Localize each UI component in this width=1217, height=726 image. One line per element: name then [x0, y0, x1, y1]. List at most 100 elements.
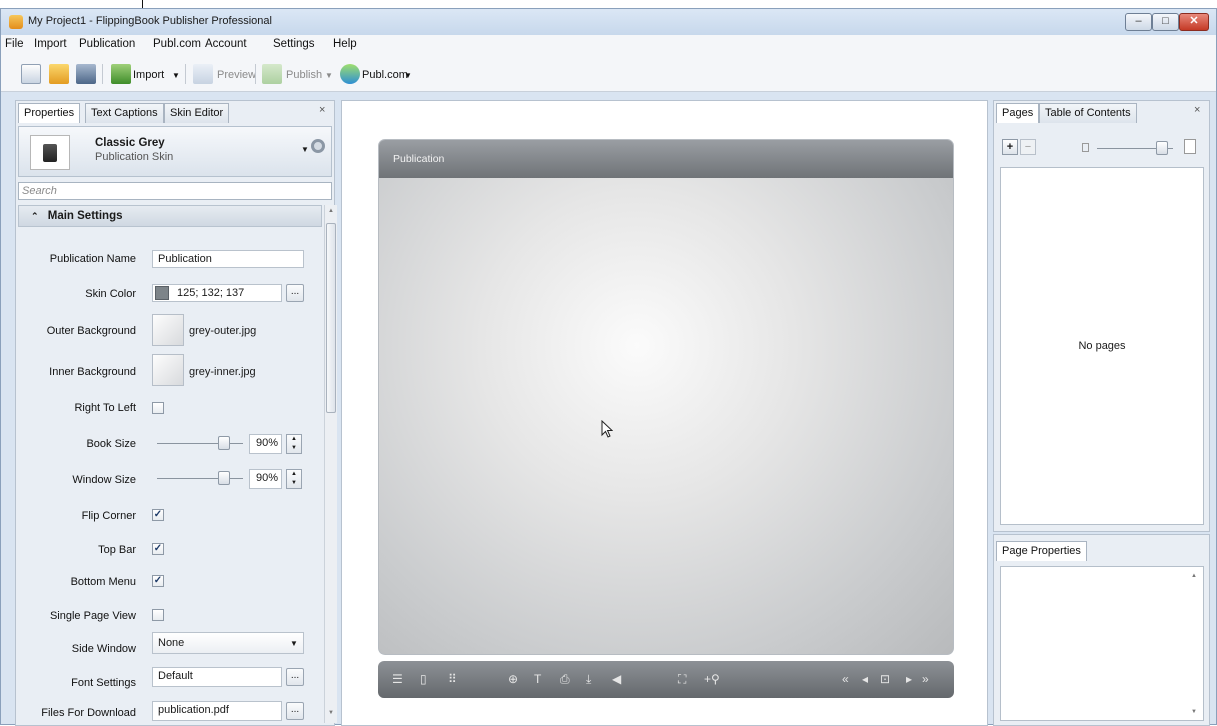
menu-account[interactable]: Account [205, 38, 247, 50]
flip-corner-checkbox[interactable]: ✓ [152, 509, 164, 521]
side-window-dropdown-icon[interactable]: ▼ [290, 639, 298, 648]
import-button[interactable]: Import [133, 69, 164, 81]
publish-button[interactable]: Publish [286, 69, 322, 81]
top-bar-checkbox[interactable]: ✓ [152, 543, 164, 555]
thumbnails-icon[interactable]: ⠿ [448, 672, 457, 686]
window-size-slider-thumb[interactable] [218, 471, 230, 485]
publication-top-bar: Publication [379, 140, 953, 178]
close-pages-panel-icon[interactable]: × [1194, 104, 1200, 116]
scrollbar-thumb[interactable] [326, 223, 336, 413]
maximize-button[interactable]: □ [1152, 13, 1179, 31]
menu-publcom[interactable]: Publ.com [153, 38, 201, 50]
scroll-down-icon[interactable]: ▼ [1191, 709, 1197, 715]
menu-import[interactable]: Import [34, 38, 67, 50]
bottom-menu-checkbox[interactable]: ✓ [152, 575, 164, 587]
tab-pages[interactable]: Pages [996, 103, 1040, 123]
download-icon[interactable]: ⤓ [586, 672, 591, 687]
scrollbar[interactable]: ▲ ▼ [324, 205, 337, 723]
pages-list[interactable]: No pages [1000, 167, 1204, 525]
skin-color-field[interactable]: 125; 132; 137 [152, 284, 282, 302]
files-for-download-field[interactable]: publication.pdf [152, 701, 282, 721]
right-to-left-checkbox[interactable] [152, 402, 164, 414]
minimize-button[interactable]: – [1125, 13, 1152, 31]
toolbar: Import ▼ Preview Publish ▼ Publ.com ▼ [1, 54, 1216, 92]
book-size-value[interactable]: 90% [249, 434, 282, 454]
go-to-page-icon[interactable]: ⊡ [880, 672, 890, 686]
skin-selector[interactable]: Classic Grey Publication Skin ▼ [18, 126, 332, 177]
search-input[interactable]: Search [18, 182, 332, 200]
tab-table-of-contents[interactable]: Table of Contents [1039, 103, 1137, 123]
font-settings-field[interactable]: Default [152, 667, 282, 687]
tab-page-properties[interactable]: Page Properties [996, 541, 1087, 561]
import-icon[interactable] [111, 64, 131, 84]
save-icon[interactable] [76, 64, 96, 84]
mouse-cursor-icon [601, 419, 614, 441]
menu-publication[interactable]: Publication [79, 38, 135, 50]
next-page-icon[interactable]: ▸ [906, 672, 912, 686]
color-swatch[interactable] [155, 286, 169, 300]
close-panel-icon[interactable]: × [319, 104, 325, 116]
skin-subtitle: Publication Skin [95, 151, 174, 163]
bookmark-icon[interactable]: ▯ [420, 672, 427, 686]
toc-icon[interactable]: ☰ [392, 672, 403, 686]
first-page-icon[interactable]: « [842, 672, 849, 686]
preview-button[interactable]: Preview [217, 69, 256, 81]
outer-background-thumb[interactable] [152, 314, 184, 346]
skin-dropdown-icon[interactable]: ▼ [301, 145, 309, 154]
inner-background-thumb[interactable] [152, 354, 184, 386]
close-button[interactable]: ✕ [1179, 13, 1209, 31]
preview-icon[interactable] [193, 64, 213, 84]
remove-page-icon[interactable]: − [1020, 139, 1036, 155]
single-page-view-checkbox[interactable] [152, 609, 164, 621]
tab-skin-editor[interactable]: Skin Editor [164, 103, 230, 123]
side-window-select[interactable]: None [152, 632, 304, 654]
menu-help[interactable]: Help [333, 38, 357, 50]
gear-icon[interactable] [311, 139, 325, 153]
files-for-download-browse-button[interactable]: ... [286, 702, 304, 720]
skin-thumbnail [30, 135, 70, 170]
app-icon [9, 15, 23, 29]
book-size-slider[interactable] [157, 443, 243, 444]
font-settings-browse-button[interactable]: ... [286, 668, 304, 686]
properties-panel: Properties Text Captions Skin Editor × C… [15, 100, 337, 726]
title-bar: My Project1 - FlippingBook Publisher Pro… [1, 9, 1216, 35]
window-size-stepper[interactable]: ▲ ▼ [286, 469, 302, 489]
main-settings-header[interactable]: ⌃ Main Settings [18, 205, 322, 227]
skin-color-browse-button[interactable]: ... [286, 284, 304, 302]
publication-name-field[interactable]: Publication [152, 250, 304, 268]
publcom-button[interactable]: Publ.com [362, 69, 408, 81]
menu-file[interactable]: File [5, 38, 24, 50]
inner-background-value: grey-inner.jpg [189, 366, 256, 378]
label-flip-corner: Flip Corner [81, 510, 136, 522]
collapse-icon[interactable]: ⌃ [31, 211, 39, 221]
label-inner-background: Inner Background [49, 366, 136, 378]
publication-preview[interactable]: Publication [378, 139, 954, 655]
menu-bar: File Import Publication Publ.com Account… [1, 35, 1216, 54]
publcom-dropdown-icon[interactable]: ▼ [404, 71, 412, 80]
book-size-stepper[interactable]: ▲ ▼ [286, 434, 302, 454]
tab-text-captions[interactable]: Text Captions [85, 103, 164, 123]
tab-properties[interactable]: Properties [18, 103, 81, 123]
label-single-page-view: Single Page View [49, 610, 136, 622]
publish-dropdown-icon[interactable]: ▼ [325, 71, 333, 80]
share-icon[interactable]: ⊕ [508, 672, 518, 686]
add-page-icon[interactable]: + [1002, 139, 1018, 155]
sound-icon[interactable]: ◀ [612, 672, 621, 686]
open-folder-icon[interactable] [49, 64, 69, 84]
new-project-icon[interactable] [21, 64, 41, 84]
fullscreen-icon[interactable]: ⛶ [678, 672, 686, 687]
import-dropdown-icon[interactable]: ▼ [172, 71, 180, 80]
previous-page-icon[interactable]: ◂ [862, 672, 868, 686]
window-size-slider[interactable] [157, 478, 243, 479]
window-size-value[interactable]: 90% [249, 469, 282, 489]
text-icon[interactable]: T [534, 672, 541, 686]
print-icon[interactable]: ⎙ [560, 672, 570, 687]
book-size-slider-thumb[interactable] [218, 436, 230, 450]
thumbnail-size-slider-thumb[interactable] [1156, 141, 1168, 155]
zoom-icon[interactable]: +⚲ [704, 672, 720, 686]
last-page-icon[interactable]: » [922, 672, 929, 686]
publcom-icon[interactable] [340, 64, 360, 84]
publish-icon[interactable] [262, 64, 282, 84]
scroll-up-icon[interactable]: ▲ [1191, 573, 1197, 579]
menu-settings[interactable]: Settings [273, 38, 315, 50]
